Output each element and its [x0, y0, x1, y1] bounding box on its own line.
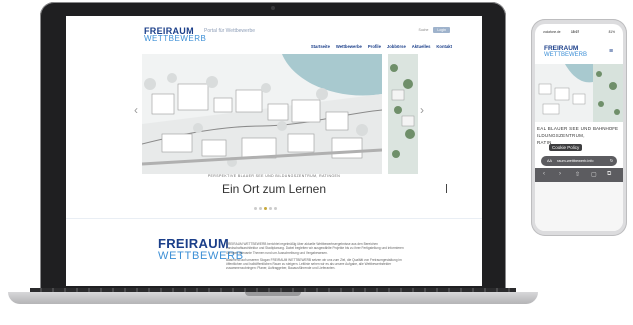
site-header: FREIRAUM WETTBEWERB Portal für Wettbewer…: [66, 16, 482, 54]
section-divider: [66, 218, 482, 219]
nav-item-wettbewerbe[interactable]: Wettbewerbe: [336, 44, 362, 49]
phone-address-bar[interactable]: AA raum-wettbewerb.info ↻: [541, 156, 617, 166]
url-domain: raum-wettbewerb.info: [557, 159, 594, 163]
phone-hero-image: [535, 64, 623, 122]
browser-toolbar: ‹ › ⇧ ▢ ⧉: [535, 168, 623, 182]
intro-paragraph-1: FREIRAUM WETTBEWERB berichtet regelmäßig…: [226, 242, 404, 255]
intro-paragraph-2: Basierend auf unserem Slogan FREIRAUM WE…: [226, 257, 402, 271]
nav-item-startseite[interactable]: Startseite: [311, 44, 330, 49]
nav-item-kontakt[interactable]: Kontakt: [436, 44, 452, 49]
hero-next-illustration: [388, 54, 418, 174]
hero-headline: Ein Ort zum Lernen: [221, 182, 327, 196]
bookmarks-icon[interactable]: ▢: [591, 171, 597, 178]
login-button[interactable]: Login: [433, 27, 450, 33]
slider-dot[interactable]: [259, 207, 262, 210]
status-time: 15:07: [571, 30, 580, 34]
laptop-notch: [245, 292, 301, 296]
nav-item-aktuelles[interactable]: Aktuelles: [412, 44, 431, 49]
intro-text: FREIRAUM WETTBEWERB berichtet regelmäßig…: [226, 242, 406, 274]
slider-dot[interactable]: [274, 207, 277, 210]
phone-caption-line2: ILDUNGSZENTRUM,: [537, 133, 585, 138]
hamburger-menu-icon[interactable]: ≡: [609, 48, 613, 55]
reader-aa-icon[interactable]: AA: [547, 156, 552, 166]
phone-logo-line2: WETTBEWERB: [544, 52, 587, 58]
back-icon[interactable]: ‹: [543, 171, 545, 177]
hero-prev-arrow[interactable]: ‹: [134, 104, 138, 116]
share-icon[interactable]: ⇧: [575, 171, 580, 178]
nav-item-jobboerse[interactable]: Jobbörse: [387, 44, 406, 49]
hero-caption: PERSPEKTIVE BLAUER SEE UND BILDUNGSZENTR…: [207, 174, 341, 178]
carrier-label: vodafone.de: [543, 30, 561, 34]
hero-illustration: [142, 54, 382, 174]
search-link[interactable]: Suche: [418, 28, 428, 32]
battery-label: 81%: [608, 30, 615, 34]
phone-caption-line1: EAL BLAUER SEE UND: [537, 126, 592, 131]
forward-icon[interactable]: ›: [559, 171, 561, 177]
hero-image: [142, 54, 382, 174]
tabs-icon[interactable]: ⧉: [607, 171, 611, 178]
site-tagline: Portal für Wettbewerbe: [204, 28, 256, 34]
cookie-policy-button[interactable]: Cookie Policy: [549, 144, 583, 151]
phone-screen: vodafone.de 15:07 81% FREIRAUM WETTBEWER…: [535, 24, 623, 231]
slider-dot[interactable]: [264, 207, 267, 210]
phone-caption-side: BAHNHOFE: [593, 126, 619, 131]
hero-next-preview: [388, 54, 418, 174]
reload-icon[interactable]: ↻: [610, 156, 613, 166]
phone-site-logo[interactable]: FREIRAUM WETTBEWERB: [544, 45, 587, 58]
main-nav: Startseite Wettbewerbe Profile Jobbörse …: [311, 44, 452, 49]
headline-separator: [446, 184, 447, 193]
slider-dot[interactable]: [254, 207, 257, 210]
camera-dot: [271, 6, 275, 10]
phone-hero-illustration: [535, 64, 623, 122]
phone-bottom-area: [535, 182, 623, 231]
utility-bar: Suche Login: [418, 27, 450, 33]
hero-next-arrow[interactable]: ›: [420, 104, 424, 116]
slider-dot[interactable]: [269, 207, 272, 210]
slider-dots: [254, 207, 277, 210]
nav-item-profile[interactable]: Profile: [368, 44, 381, 49]
laptop-screen: FREIRAUM WETTBEWERB Portal für Wettbewer…: [66, 16, 482, 286]
logo-line2: WETTBEWERB: [144, 34, 207, 43]
site-logo[interactable]: FREIRAUM WETTBEWERB: [144, 27, 206, 43]
